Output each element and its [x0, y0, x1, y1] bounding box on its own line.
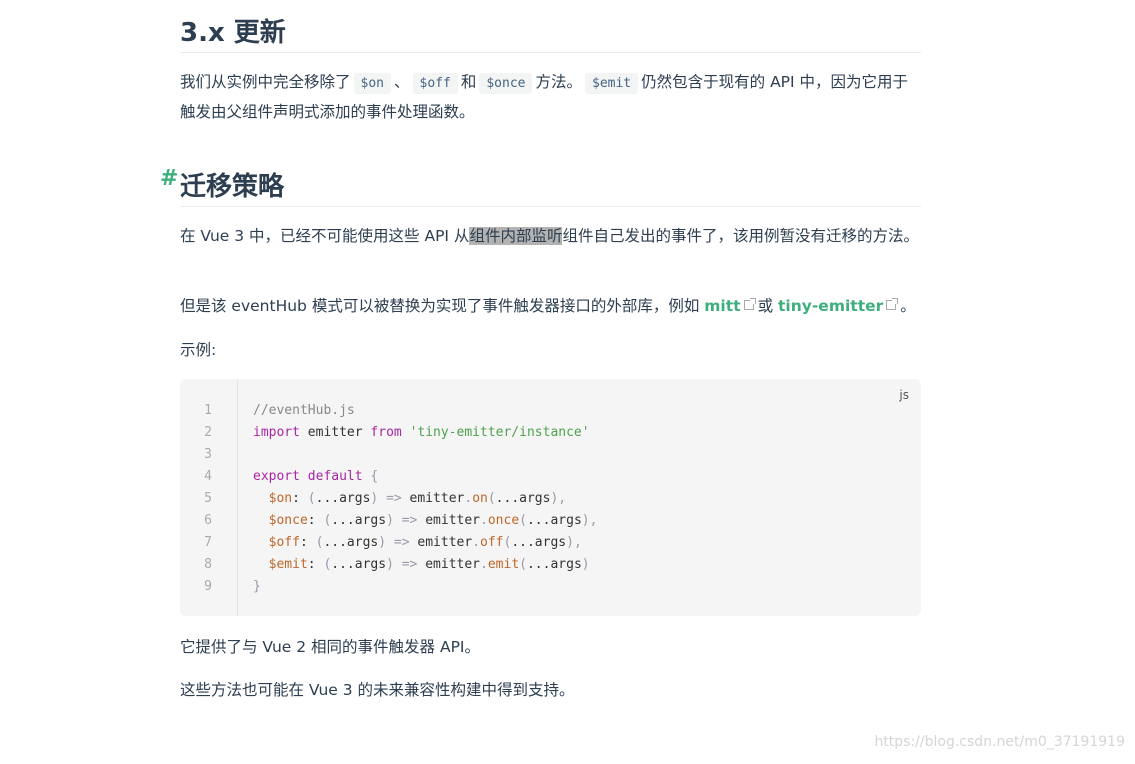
watermark-url: https://blog.csdn.net/m0_37191919: [874, 734, 1125, 750]
tiny-emitter-link[interactable]: tiny-emitter: [778, 297, 883, 315]
line-number: 9: [204, 579, 212, 594]
code-line: //eventHub.js: [253, 403, 355, 418]
migrate-p2-or: 或: [757, 297, 774, 315]
line-number: 1: [204, 403, 212, 418]
update-and: 和: [460, 73, 477, 91]
line-number: 4: [204, 469, 212, 484]
selected-text-highlight: 组件内部监听: [469, 227, 563, 245]
code-language-label: js: [899, 388, 909, 402]
migrate-p2-a: 但是该 eventHub 模式可以被替换为实现了事件触发器接口的外部库，例如: [180, 297, 700, 315]
code-line: $on: (...args) => emitter.on(...args),: [268, 491, 567, 506]
line-number: 3: [204, 447, 212, 462]
migrate-p1-a: 在 Vue 3 中，已经不可能使用这些 API 从: [180, 227, 470, 245]
code-emit: $emit: [585, 73, 639, 94]
line-number: 6: [204, 513, 212, 528]
section-title-update: 3.x 更新: [180, 12, 921, 53]
migrate-p2-end: 。: [900, 297, 916, 315]
summary-paragraph: 它提供了与 Vue 2 相同的事件触发器 API。: [180, 638, 481, 656]
update-text-a: 我们从实例中完全移除了: [180, 73, 351, 91]
migrate-paragraph-1: 在 Vue 3 中，已经不可能使用这些 API 从组件内部监听组件自己发出的事件…: [180, 222, 921, 250]
migrate-paragraph-2: 但是该 eventHub 模式可以被替换为实现了事件触发器接口的外部库，例如 m…: [180, 292, 921, 320]
code-off: $off: [412, 73, 458, 94]
line-number: 5: [204, 491, 212, 506]
code-on: $on: [353, 73, 391, 94]
code-line: $once: (...args) => emitter.once(...args…: [268, 513, 598, 528]
line-number: 7: [204, 535, 212, 550]
code-line: export default {: [253, 469, 379, 484]
code-block: js 1 2 3 4 5 6 7 8 9 //eventHub.js impor…: [180, 379, 921, 616]
migrate-p1-b: 组件自己发出的事件了，该用例暂没有迁移的方法。: [562, 227, 919, 245]
code-once: $once: [479, 73, 533, 94]
line-number: 8: [204, 557, 212, 572]
mitt-link[interactable]: mitt: [704, 297, 740, 315]
heading-anchor-link[interactable]: #: [160, 166, 178, 191]
section-title-migrate: # 迁移策略: [160, 166, 921, 207]
external-link-icon: [886, 298, 899, 310]
code-line: import emitter from 'tiny-emitter/instan…: [253, 425, 590, 440]
code-line: $emit: (...args) => emitter.emit(...args…: [268, 557, 590, 572]
migrate-title-text: 迁移策略: [180, 172, 285, 202]
code-line: $off: (...args) => emitter.off(...args),: [268, 535, 582, 550]
update-text-b: 方法。: [535, 73, 582, 91]
compat-paragraph: 这些方法也可能在 Vue 3 的未来兼容性构建中得到支持。: [180, 681, 575, 699]
update-sep: 、: [394, 73, 410, 91]
code-line: }: [253, 579, 261, 594]
external-link-icon: [743, 298, 756, 310]
line-number: 2: [204, 425, 212, 440]
update-paragraph: 我们从实例中完全移除了 $on、 $off 和 $once 方法。 $emit 仍然包含于现有…: [180, 68, 921, 126]
example-label: 示例:: [180, 341, 217, 359]
